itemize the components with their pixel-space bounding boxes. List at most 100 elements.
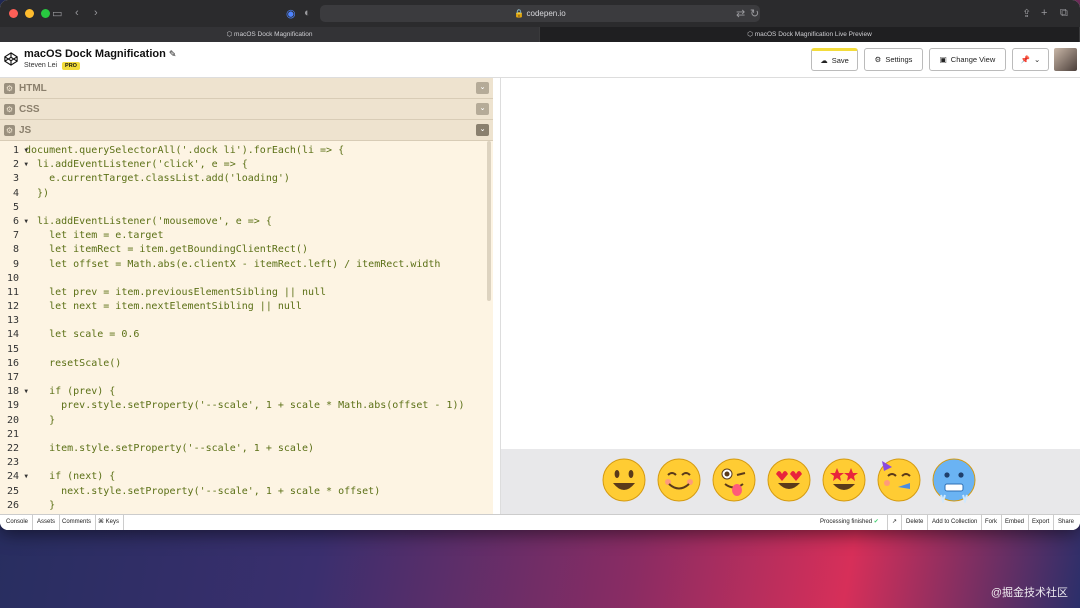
avatar[interactable]: [1054, 48, 1077, 71]
gear-icon[interactable]: ⚙: [4, 82, 15, 94]
code-line[interactable]: 20 }: [0, 414, 493, 428]
cold-face-icon[interactable]: [931, 457, 977, 505]
code-text: e.currentTarget.classList.add('loading'): [25, 173, 290, 185]
save-button[interactable]: ☁ Save: [811, 48, 858, 71]
code-line[interactable]: 15: [0, 343, 493, 357]
fork-button[interactable]: Fork: [981, 515, 1002, 530]
code-line[interactable]: 1 ▼ document.querySelectorAll('.dock li').…: [0, 144, 493, 158]
code-text: if (next) {: [25, 471, 116, 483]
edit-pencil-icon[interactable]: ✎: [169, 49, 177, 59]
back-icon[interactable]: ‹: [75, 7, 79, 19]
sidebar-icon[interactable]: ▭: [52, 7, 62, 20]
chevron-down-icon[interactable]: ⌄: [476, 82, 489, 94]
code-text: item.style.setProperty('--scale', 1 + sc…: [25, 442, 314, 454]
pen-author[interactable]: Steven Lei PRO: [24, 62, 80, 70]
gear-icon[interactable]: ⚙: [4, 103, 15, 115]
code-line[interactable]: 14 let scale = 0.6: [0, 328, 493, 342]
js-code-editor[interactable]: 1 ▼ document.querySelectorAll('.dock li').…: [0, 141, 493, 514]
code-text: let offset = Math.abs(e.clientX - itemRe…: [25, 258, 441, 270]
comments-button[interactable]: Comments: [58, 515, 97, 530]
line-number: 22: [6, 442, 19, 454]
settings-button[interactable]: ⚙ Settings: [864, 48, 923, 71]
zoom-window-button[interactable]: [41, 9, 50, 18]
change-view-label: Change View: [950, 55, 996, 64]
address-bar[interactable]: 🔒 codepen.io: [320, 5, 760, 22]
fold-arrow-icon[interactable]: ▼: [24, 158, 28, 172]
star-struck-face-icon[interactable]: [821, 457, 867, 503]
minimize-window-button[interactable]: [25, 9, 34, 18]
code-line[interactable]: 19 prev.style.setProperty('--scale', 1 +…: [0, 399, 493, 413]
code-line[interactable]: 12 let next = item.nextElementSibling ||…: [0, 300, 493, 314]
code-line[interactable]: 3 e.currentTarget.classList.add('loading…: [0, 172, 493, 186]
code-line[interactable]: 22 item.style.setProperty('--scale', 1 +…: [0, 442, 493, 456]
grinning-face-icon[interactable]: [601, 457, 647, 503]
partying-face-icon[interactable]: [876, 457, 922, 503]
code-line[interactable]: 18 ▼ if (prev) {: [0, 385, 493, 399]
heart-eyes-face-icon[interactable]: [766, 457, 812, 503]
code-line[interactable]: 26 }: [0, 499, 493, 513]
code-line[interactable]: 7 let item = e.target: [0, 229, 493, 243]
reload-icon[interactable]: ↻: [750, 7, 759, 20]
tab-overview-icon[interactable]: ⧉: [1060, 7, 1068, 20]
assets-button[interactable]: Assets: [33, 515, 61, 530]
code-line[interactable]: 23: [0, 456, 493, 470]
export-button[interactable]: Export: [1028, 515, 1055, 530]
browser-window: ▭ ‹ › ◉ ◐ 🔒 codepen.io ⇄ ↻ ⇪ + ⧉ ⬡ macOS…: [0, 0, 1080, 530]
console-button[interactable]: Console: [2, 515, 34, 530]
code-line[interactable]: 17: [0, 371, 493, 385]
gear-icon[interactable]: ⚙: [4, 124, 15, 136]
fold-arrow-icon[interactable]: ▼: [24, 385, 28, 399]
share-button[interactable]: Share: [1054, 515, 1078, 530]
forward-icon[interactable]: ›: [94, 7, 98, 19]
editor-scrollbar[interactable]: [487, 141, 491, 301]
code-line[interactable]: 4 }): [0, 187, 493, 201]
delete-button[interactable]: Delete: [902, 515, 929, 530]
keys-button[interactable]: ⌘ Keys: [94, 515, 125, 530]
code-line[interactable]: 8 let itemRect = item.getBoundingClientR…: [0, 243, 493, 257]
close-window-button[interactable]: [9, 9, 18, 18]
code-line[interactable]: 24 ▼ if (next) {: [0, 470, 493, 484]
code-line[interactable]: 9 let offset = Math.abs(e.clientX - item…: [0, 258, 493, 272]
code-text: }: [25, 499, 56, 511]
tab-live-preview[interactable]: ⬡ macOS Dock Magnification Live Preview: [540, 27, 1080, 42]
code-line[interactable]: 13: [0, 314, 493, 328]
html-panel-header[interactable]: ⚙ HTML ⌄: [0, 78, 493, 99]
fold-arrow-icon[interactable]: ▼: [24, 144, 28, 158]
chevron-down-icon[interactable]: ⌄: [476, 124, 489, 136]
tab-label: macOS Dock Magnification: [234, 31, 313, 38]
extension-icon[interactable]: ◉: [286, 7, 296, 20]
code-line[interactable]: 21: [0, 428, 493, 442]
external-link-icon[interactable]: ↗: [887, 515, 903, 530]
checkmark-icon: ✔: [873, 519, 879, 525]
code-line[interactable]: 11 let prev = item.previousElementSiblin…: [0, 286, 493, 300]
fold-arrow-icon[interactable]: ▼: [24, 215, 28, 229]
shield-icon[interactable]: ◐: [304, 7, 311, 19]
pen-title[interactable]: macOS Dock Magnification ✎: [24, 48, 176, 60]
share-icon[interactable]: ⇪: [1022, 7, 1031, 20]
pin-menu-button[interactable]: 📌 ⌄: [1012, 48, 1049, 71]
codepen-logo-icon[interactable]: [4, 52, 18, 66]
embed-button[interactable]: Embed: [1001, 515, 1030, 530]
css-panel-header[interactable]: ⚙ CSS ⌄: [0, 99, 493, 120]
code-line[interactable]: 25 next.style.setProperty('--scale', 1 +…: [0, 485, 493, 499]
add-to-collection-button[interactable]: Add to Collection: [928, 515, 983, 530]
code-line[interactable]: 6 ▼ li.addEventListener('mousemove', e =>…: [0, 215, 493, 229]
chevron-down-icon[interactable]: ⌄: [476, 103, 489, 115]
change-view-button[interactable]: ▣ Change View: [929, 48, 1006, 71]
smiling-face-icon[interactable]: [656, 457, 702, 503]
code-text: let item = e.target: [25, 230, 164, 242]
fold-arrow-icon[interactable]: ▼: [24, 470, 28, 484]
code-line[interactable]: 2 ▼ li.addEventListener('click', e => {: [0, 158, 493, 172]
code-line[interactable]: 5: [0, 201, 493, 215]
line-number: 1 ▼: [0, 144, 28, 158]
new-tab-icon[interactable]: +: [1041, 7, 1047, 19]
code-line[interactable]: 10: [0, 272, 493, 286]
tab-editor[interactable]: ⬡ macOS Dock Magnification: [0, 27, 540, 42]
code-line[interactable]: 16 resetScale(): [0, 357, 493, 371]
line-number: 8: [12, 244, 19, 256]
translate-icon[interactable]: ⇄: [736, 7, 745, 20]
line-number: 12: [6, 301, 19, 313]
js-panel-header[interactable]: ⚙ JS ⌄: [0, 120, 493, 141]
winking-face-tongue-icon[interactable]: [711, 457, 757, 503]
settings-label: Settings: [885, 55, 913, 64]
